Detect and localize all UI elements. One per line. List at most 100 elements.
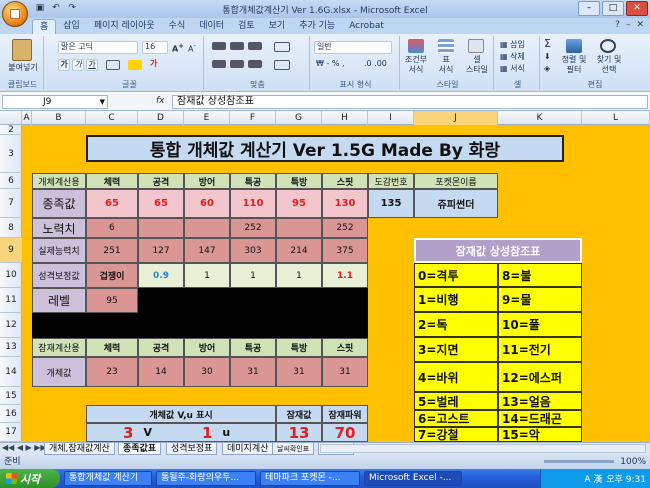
iv-spd[interactable]: 31 (276, 357, 322, 387)
conditional-format-button[interactable]: 조건부 서식 (402, 55, 430, 75)
fill-color-icon[interactable] (128, 60, 142, 70)
underline-icon[interactable]: 가 (86, 59, 98, 71)
tab-addins[interactable]: 추가 기능 (292, 19, 342, 34)
row-header[interactable]: 2 (0, 125, 22, 135)
find-select-button[interactable]: 찾기 및 선택 (592, 55, 626, 75)
tab-data[interactable]: 데이터 (192, 19, 231, 34)
column-header[interactable]: I (368, 111, 414, 125)
align-bottom-icon[interactable] (248, 42, 262, 50)
actual-spa[interactable]: 303 (230, 238, 276, 263)
species-spa[interactable]: 110 (230, 189, 276, 218)
font-name-select[interactable]: 맑은 고딕 (58, 41, 138, 54)
species-atk[interactable]: 65 (138, 189, 184, 218)
row-header[interactable]: 10 (0, 263, 22, 288)
row-header[interactable]: 14 (0, 357, 22, 387)
tab-home[interactable]: 홈 (32, 19, 57, 34)
iv-atk[interactable]: 14 (138, 357, 184, 387)
tab-formulas[interactable]: 수식 (162, 19, 193, 34)
clear-icon[interactable]: ◈ (544, 64, 550, 74)
row-header[interactable]: 16 (0, 405, 22, 423)
actual-spd[interactable]: 214 (276, 238, 322, 263)
font-size-select[interactable]: 16 (142, 41, 168, 54)
currency-icon[interactable]: ₩ - % , (316, 59, 345, 69)
column-header[interactable]: D (138, 111, 184, 125)
taskbar-item[interactable]: 통합개체값 계산기 (64, 471, 152, 486)
iv-spe[interactable]: 31 (322, 357, 368, 387)
paste-button[interactable]: 붙여넣기 (4, 63, 42, 73)
column-header-selected[interactable]: J (414, 111, 498, 125)
row-header-selected[interactable]: 9 (0, 238, 22, 263)
column-header[interactable]: E (184, 111, 230, 125)
office-button[interactable] (2, 1, 28, 27)
effort-atk[interactable] (138, 218, 184, 238)
taskbar-item[interactable]: 통될주-화랑의우두... (156, 471, 256, 486)
merge-center-icon[interactable] (274, 60, 290, 70)
row-header[interactable]: 12 (0, 313, 22, 338)
align-left-icon[interactable] (212, 60, 226, 68)
row-header[interactable]: 17 (0, 423, 22, 442)
clock[interactable]: 오후 9:31 (606, 472, 646, 485)
zoom-level[interactable]: 100% (620, 455, 646, 469)
row-header[interactable]: 11 (0, 288, 22, 313)
actual-spe[interactable]: 375 (322, 238, 368, 263)
sheet-tab[interactable]: 날씨확인표 (272, 443, 315, 455)
nature-name[interactable]: 겁쟁이 (86, 263, 138, 288)
row-header[interactable]: 8 (0, 218, 22, 238)
insert-cells-button[interactable]: ▦ 삽입 (500, 40, 525, 50)
name-box[interactable]: J9 ▼ (2, 95, 108, 109)
border-icon[interactable] (106, 60, 120, 70)
select-all-corner[interactable] (0, 111, 22, 125)
horizontal-scrollbar[interactable] (320, 444, 646, 453)
iv-spa[interactable]: 31 (230, 357, 276, 387)
delete-cells-button[interactable]: ▦ 삭제 (500, 52, 525, 62)
effort-def[interactable] (184, 218, 230, 238)
reference-table-title[interactable]: 잠재값 상성참조표 (414, 238, 582, 263)
minimize-button[interactable]: – (578, 1, 600, 16)
effort-spe[interactable]: 252 (322, 218, 368, 238)
tab-insert[interactable]: 삽입 (56, 19, 87, 34)
tab-page-layout[interactable]: 페이지 레이아웃 (87, 19, 162, 34)
ime-language-indicator[interactable]: A 漢 (584, 472, 602, 485)
column-header[interactable]: L (582, 111, 650, 125)
decimal-icon[interactable]: .0 .00 (364, 59, 387, 69)
column-header[interactable]: K (498, 111, 582, 125)
font-color-icon[interactable]: 가 (150, 59, 157, 69)
help-icon[interactable]: ? (615, 20, 620, 30)
sort-filter-icon[interactable] (566, 39, 582, 53)
effort-spd[interactable] (276, 218, 322, 238)
ribbon-close-icon[interactable]: ✕ (636, 20, 644, 30)
row-header[interactable]: 3 (0, 135, 22, 173)
actual-atk[interactable]: 127 (138, 238, 184, 263)
effort-spa[interactable]: 252 (230, 218, 276, 238)
paste-icon[interactable] (12, 39, 32, 61)
row-header[interactable]: 7 (0, 189, 22, 218)
species-spd[interactable]: 95 (276, 189, 322, 218)
column-header[interactable]: H (322, 111, 368, 125)
column-header[interactable]: G (276, 111, 322, 125)
species-def[interactable]: 60 (184, 189, 230, 218)
sheet-tab[interactable]: 개체,잠재값계산 (44, 443, 115, 455)
font-shrink-icon[interactable]: A- (188, 41, 196, 55)
formula-input[interactable]: 잠재값 상성참조표 (172, 95, 648, 109)
taskbar-item-active[interactable]: Microsoft Excel -... (364, 471, 462, 486)
conditional-format-icon[interactable] (408, 39, 424, 53)
sheet-tab[interactable]: 데미지계산 (222, 443, 274, 455)
align-center-icon[interactable] (230, 60, 244, 68)
dex-number-value[interactable]: 135 (368, 189, 414, 218)
fill-icon[interactable]: ⬇ (544, 52, 551, 62)
wrap-text-icon[interactable] (274, 42, 290, 52)
table-format-button[interactable]: 표 서식 (432, 55, 460, 75)
italic-icon[interactable]: 가 (72, 59, 84, 71)
iv-def[interactable]: 30 (184, 357, 230, 387)
chevron-down-icon[interactable]: ▼ (100, 96, 105, 108)
fx-icon[interactable]: fx (156, 96, 165, 106)
maximize-button[interactable]: □ (602, 1, 624, 16)
tab-review[interactable]: 검토 (231, 19, 262, 34)
zoom-slider[interactable] (544, 460, 614, 463)
row-header[interactable]: 15 (0, 387, 22, 405)
iv-hp[interactable]: 23 (86, 357, 138, 387)
column-header[interactable]: F (230, 111, 276, 125)
autosum-icon[interactable]: Σ (544, 38, 551, 49)
species-spe[interactable]: 130 (322, 189, 368, 218)
column-header[interactable]: A (22, 111, 32, 125)
